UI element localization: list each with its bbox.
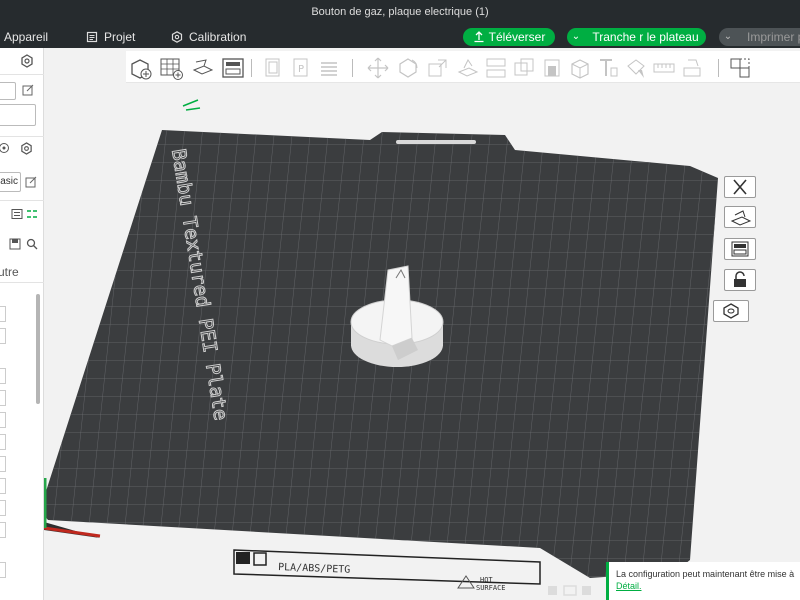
param-row[interactable]: [0, 412, 6, 428]
menu-calibration[interactable]: Calibration: [171, 26, 246, 48]
nozzle-field[interactable]: [0, 104, 36, 126]
param-row[interactable]: [0, 562, 6, 578]
edit-icon[interactable]: [22, 84, 34, 96]
plate-handle: [396, 140, 476, 144]
seam-paint-icon[interactable]: [568, 56, 592, 80]
calibration-gear-icon: [171, 31, 183, 43]
boolean-icon[interactable]: [512, 56, 536, 80]
toolbar-separator: [251, 59, 252, 77]
text-tool-icon[interactable]: [596, 56, 620, 80]
notification-message: La configuration peut maintenant être mi…: [616, 569, 795, 579]
param-row[interactable]: [0, 390, 6, 406]
tab-other[interactable]: utre: [0, 265, 19, 279]
plate-settings-icon: [723, 303, 739, 319]
arrange-plate-button[interactable]: [724, 238, 756, 260]
support-paint-icon[interactable]: [540, 56, 564, 80]
toolbar-separator: [718, 59, 719, 77]
plate-trash-icon[interactable]: [548, 586, 557, 595]
compare-icon[interactable]: [26, 208, 38, 220]
upload-button[interactable]: Téléverser: [463, 28, 555, 46]
arrange-icon[interactable]: [221, 56, 245, 80]
lock-plate-button[interactable]: [724, 269, 756, 291]
slice-dropdown[interactable]: ⌄: [567, 28, 585, 46]
search-icon[interactable]: [26, 238, 38, 250]
copy-icon[interactable]: [261, 56, 285, 80]
divider: [0, 282, 44, 283]
auto-orient-icon[interactable]: [190, 56, 214, 80]
panel-scrollbar[interactable]: [36, 294, 40, 404]
plate-preset-select[interactable]: asic: [0, 172, 21, 192]
lay-on-face-icon[interactable]: [456, 56, 480, 80]
menu-device[interactable]: Appareil: [4, 26, 48, 48]
slice-plate-button[interactable]: Tranche r le plateau: [585, 28, 706, 46]
menu-project[interactable]: Projet: [86, 26, 135, 48]
upload-label: Téléverser: [488, 30, 546, 44]
divider: [0, 74, 44, 75]
plate-edit-icon[interactable]: [182, 99, 201, 111]
orient-icon: [730, 210, 752, 226]
3d-viewport[interactable]: Bambu Textured PEI Plate PLA/ABS/PETG HO…: [44, 48, 800, 600]
filament-icon[interactable]: [0, 142, 10, 154]
param-row[interactable]: [0, 306, 6, 322]
param-row[interactable]: [0, 434, 6, 450]
svg-text:P: P: [298, 64, 304, 75]
plate-lock-icon[interactable]: [582, 586, 591, 595]
qr-icon: [236, 552, 250, 564]
filament-settings-icon[interactable]: [20, 142, 33, 155]
upload-icon: [474, 31, 484, 43]
preset-edit-icon[interactable]: [25, 176, 37, 188]
slice-plate-label: Tranche r le plateau: [592, 30, 699, 44]
divider: [0, 136, 44, 137]
plate-arrange-icon[interactable]: [563, 585, 577, 596]
plate-settings-button[interactable]: [713, 300, 749, 322]
orient-plate-button[interactable]: [724, 206, 756, 228]
build-plate-scene: Bambu Textured PEI Plate PLA/ABS/PETG HO…: [44, 99, 718, 596]
param-row[interactable]: [0, 328, 6, 344]
scale-icon[interactable]: [426, 56, 450, 80]
notification-detail-link[interactable]: Détail.: [616, 581, 642, 591]
param-row[interactable]: [0, 478, 6, 494]
param-row[interactable]: [0, 456, 6, 472]
menu-bar: Appareil Projet Calibration Téléverser ⌄…: [0, 26, 800, 48]
param-row[interactable]: [0, 500, 6, 516]
layers-icon[interactable]: [317, 56, 341, 80]
print-label: Imprimer p: [747, 30, 800, 44]
x-axis: [44, 526, 101, 538]
save-icon[interactable]: [9, 238, 21, 250]
close-icon: [733, 179, 747, 195]
arrange-plate-icon: [731, 241, 749, 257]
color-paint-icon[interactable]: [624, 56, 648, 80]
menu-project-label: Projet: [104, 30, 136, 44]
window-title: Bouton de gaz, plaque electrique (1): [0, 0, 800, 26]
settings-gear-icon[interactable]: [20, 54, 34, 68]
menu-device-label: Appareil: [4, 30, 49, 44]
divider: [0, 200, 44, 201]
delete-all-button[interactable]: [724, 176, 756, 198]
printer-select[interactable]: [0, 82, 16, 100]
main-toolbar: P: [126, 51, 800, 83]
param-row[interactable]: [0, 522, 6, 538]
hot-surface-label-2: SURFACE: [476, 584, 506, 592]
menu-calibration-label: Calibration: [189, 30, 247, 44]
split-parts-icon[interactable]: [728, 56, 752, 80]
hot-surface-label-1: HOT: [480, 576, 493, 584]
rotate-icon[interactable]: [396, 56, 420, 80]
list-view-icon[interactable]: [11, 208, 23, 220]
cut-icon[interactable]: [484, 56, 508, 80]
move-icon[interactable]: [366, 56, 390, 80]
add-object-icon[interactable]: [128, 56, 152, 80]
lock-icon: [734, 271, 746, 287]
add-plate-icon[interactable]: [159, 56, 183, 80]
update-notification: La configuration peut maintenant être mi…: [606, 562, 800, 600]
assembly-icon[interactable]: [680, 56, 704, 80]
paste-icon[interactable]: P: [289, 56, 313, 80]
param-row[interactable]: [0, 368, 6, 384]
print-button[interactable]: Imprimer p: [737, 28, 800, 46]
left-panel: asic utre: [0, 48, 44, 600]
document-icon: [86, 31, 98, 43]
measure-icon[interactable]: [652, 56, 676, 80]
print-dropdown[interactable]: ⌄: [719, 28, 737, 46]
toolbar-separator: [352, 59, 353, 77]
